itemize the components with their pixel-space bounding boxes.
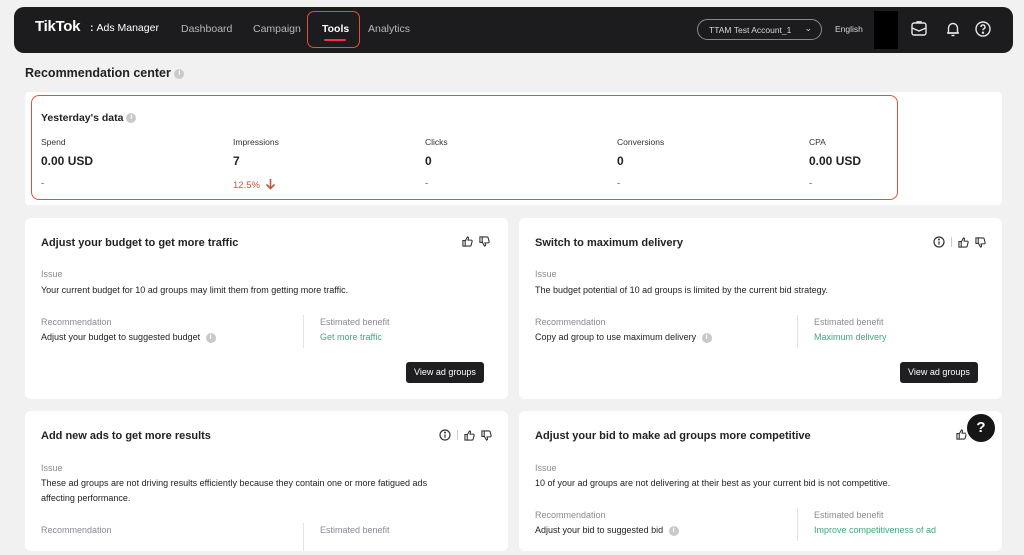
divider [303,315,304,348]
recommendation-card-bid: Adjust your bid to make ad groups more c… [519,411,1002,551]
metric-clicks-change: - [425,178,429,189]
recommendation-text: Adjust your budget to suggested budget i [41,330,216,345]
benefit-text: Improve competitiveness of ad [814,525,937,535]
help-chat-button[interactable]: ? [965,412,997,444]
top-nav-bar: TikTok : Ads Manager Dashboard Campaign T… [14,7,1013,53]
metric-impressions-label: Impressions [233,137,279,147]
benefit-label: Estimated benefit [320,525,390,535]
metric-impressions-change: 12.5% [233,178,276,191]
divider [797,508,798,541]
metric-spend-value: 0.00 USD [41,154,94,168]
metric-cpa-value: 0.00 USD [809,154,862,168]
benefit-label: Estimated benefit [814,510,884,520]
chevron-down-icon: ⌄ [804,23,812,33]
recommendation-label: Recommendation [535,317,606,327]
issue-label: Issue [41,463,63,473]
tools-highlight-box [307,11,360,48]
thumbs-down-icon[interactable] [481,429,492,441]
thumbs-down-icon[interactable] [479,236,490,247]
recommendation-card-new-ads: Add new ads to get more results Issue Th… [25,411,508,551]
recommendation-text: Copy ad group to use maximum delivery i [535,330,712,345]
divider [797,315,798,348]
metric-cpa-change: - [809,178,813,189]
info-icon[interactable]: i [701,332,712,343]
info-icon[interactable]: i [174,68,185,79]
thumbs-up-icon[interactable] [462,236,473,247]
info-circle-icon[interactable] [933,236,945,248]
thumbs-up-icon[interactable] [958,236,969,248]
help-icon[interactable] [974,20,992,38]
separator [457,430,458,440]
metric-conversions-value: 0 [617,154,624,168]
info-circle-icon[interactable] [439,429,451,441]
divider [303,523,304,551]
feedback-icons [462,236,490,247]
yesterday-title: Yesterday's data i [41,112,137,124]
avatar[interactable] [874,11,898,49]
issue-text: Your current budget for 10 ad groups may… [41,285,349,295]
tiktok-logo[interactable]: TikTok [35,18,80,35]
info-icon[interactable]: i [126,113,137,124]
briefcase-icon[interactable] [910,20,928,38]
issue-text: 10 of your ad groups are not delivering … [535,478,891,488]
benefit-text: Maximum delivery [814,332,887,342]
metric-cpa-label: CPA [809,137,826,147]
bell-icon[interactable] [944,20,962,38]
language-selector[interactable]: English [835,24,863,34]
metric-conversions-change: - [617,178,621,189]
issue-label: Issue [41,269,63,279]
view-ad-groups-button[interactable]: View ad groups [900,362,978,383]
card-title: Switch to maximum delivery [535,237,683,249]
issue-label: Issue [535,463,557,473]
account-selector[interactable]: TTAM Test Account_1 ⌄ [697,19,822,40]
page-title: Recommendation center i [25,66,185,80]
metric-spend-label: Spend [41,137,66,147]
issue-label: Issue [535,269,557,279]
metric-spend-change: - [41,178,45,189]
issue-text: The budget potential of 10 ad groups is … [535,285,829,295]
benefit-text: Get more traffic [320,332,382,342]
issue-text-line-1: These ad groups are not driving results … [41,478,428,488]
recommendation-text: Adjust your bid to suggested bid i [535,523,679,538]
metric-conversions-label: Conversions [617,137,665,147]
nav-campaign[interactable]: Campaign [253,23,301,35]
recommendation-label: Recommendation [41,525,112,535]
product-name: : Ads Manager [90,22,159,34]
recommendation-card-max-delivery: Switch to maximum delivery Issue The bud… [519,218,1002,399]
card-title: Adjust your bid to make ad groups more c… [535,430,811,442]
nav-analytics[interactable]: Analytics [368,23,410,35]
recommendation-label: Recommendation [41,317,112,327]
nav-dashboard[interactable]: Dashboard [181,23,232,35]
thumbs-down-icon[interactable] [975,236,986,248]
issue-text-line-2: affecting performance. [41,493,131,503]
separator [951,237,952,247]
recommendation-label: Recommendation [535,510,606,520]
benefit-label: Estimated benefit [320,317,390,327]
yesterday-highlight-box [31,95,898,200]
recommendation-card-budget: Adjust your budget to get more traffic I… [25,218,508,399]
metric-clicks-label: Clicks [425,137,448,147]
info-icon[interactable]: i [668,525,679,536]
metric-clicks-value: 0 [425,154,432,168]
thumbs-up-icon[interactable] [464,429,475,441]
info-icon[interactable]: i [205,332,216,343]
feedback-icons [933,236,986,248]
arrow-down-icon [265,179,275,190]
benefit-label: Estimated benefit [814,317,884,327]
card-title: Add new ads to get more results [41,430,211,442]
metric-impressions-value: 7 [233,154,240,168]
card-title: Adjust your budget to get more traffic [41,237,239,249]
feedback-icons [439,429,492,441]
view-ad-groups-button[interactable]: View ad groups [406,362,484,383]
account-name: TTAM Test Account_1 [709,25,792,35]
